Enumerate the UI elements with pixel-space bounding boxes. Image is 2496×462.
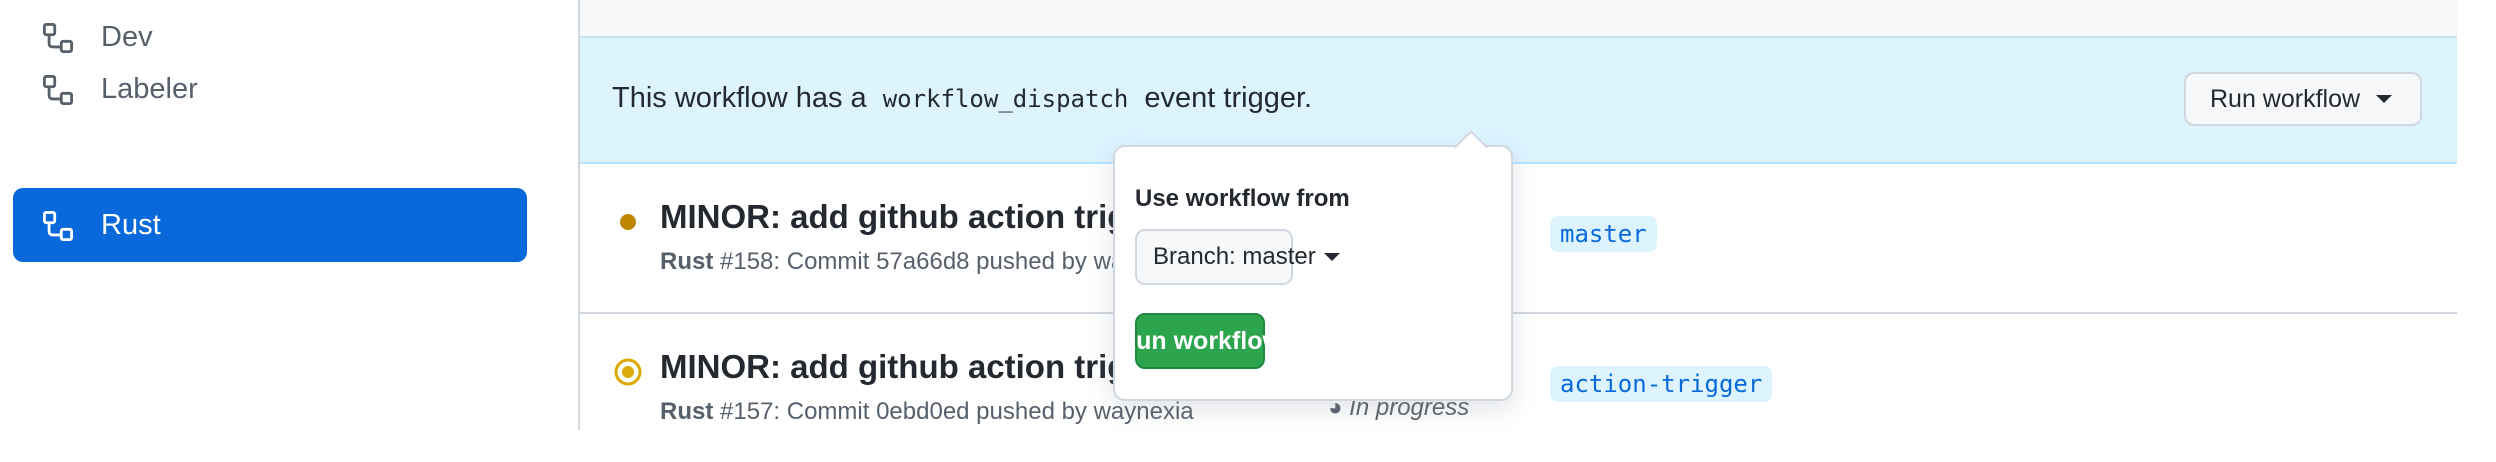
run-workflow-label: Run workflow	[2210, 84, 2361, 113]
sidebar-item-label: Dev	[101, 20, 153, 53]
run-workflow-popover: Use workflow from Branch: master Run wor…	[1113, 130, 1513, 401]
in-progress-icon	[614, 358, 642, 386]
workflow-run-row[interactable]: MINOR: add github action trigger Rust #1…	[580, 164, 2457, 314]
workflow-sidebar: Dev Labeler Rust	[0, 0, 578, 430]
queued-dot-icon	[620, 214, 636, 230]
workflow-runs-panel: This workflow has a workflow_dispatch ev…	[578, 0, 2459, 462]
workflow-icon	[43, 23, 73, 53]
branch-select-label: Branch: master	[1153, 243, 1316, 270]
run-title[interactable]: MINOR: add github action trigger	[660, 198, 1179, 236]
run-workflow-name: Rust	[660, 398, 714, 425]
branch-label[interactable]: action-trigger	[1550, 366, 1773, 402]
banner-text-after: event trigger.	[1144, 82, 1313, 114]
banner-text: This workflow has a workflow_dispatch ev…	[612, 82, 1312, 115]
panel-header-strip	[580, 0, 2457, 38]
branch-select-button[interactable]: Branch: master	[1135, 229, 1340, 285]
caret-down-icon	[1323, 253, 1340, 261]
run-workflow-name: Rust	[660, 248, 714, 275]
sidebar-item-label: Rust	[101, 208, 161, 241]
run-title[interactable]: MINOR: add github action trigger	[660, 348, 1179, 386]
banner-text-before: This workflow has a	[612, 82, 867, 114]
workflow-icon	[43, 211, 73, 241]
sidebar-item-rust[interactable]: Rust	[13, 188, 527, 262]
banner-code: workflow_dispatch	[882, 85, 1129, 113]
workflow-run-row[interactable]: MINOR: add github action trigger Rust #1…	[580, 314, 2457, 462]
caret-down-icon	[2376, 95, 2393, 103]
workflow-icon	[43, 75, 73, 105]
popover-title: Use workflow from	[1135, 185, 1350, 212]
branch-label[interactable]: master	[1550, 216, 1657, 252]
run-workflow-submit-button[interactable]: Run workflow	[1118, 313, 1282, 369]
run-workflow-dropdown-button[interactable]: Run workflow	[2184, 72, 2422, 126]
run-detail: #157: Commit 0ebd0ed pushed by waynexia	[720, 398, 1194, 425]
workflow-dispatch-banner: This workflow has a workflow_dispatch ev…	[580, 38, 2457, 164]
sidebar-item-labeler[interactable]: Labeler	[13, 52, 527, 126]
run-meta: Rust #157: Commit 0ebd0ed pushed by wayn…	[660, 398, 1194, 426]
sidebar-item-label: Labeler	[101, 72, 198, 105]
